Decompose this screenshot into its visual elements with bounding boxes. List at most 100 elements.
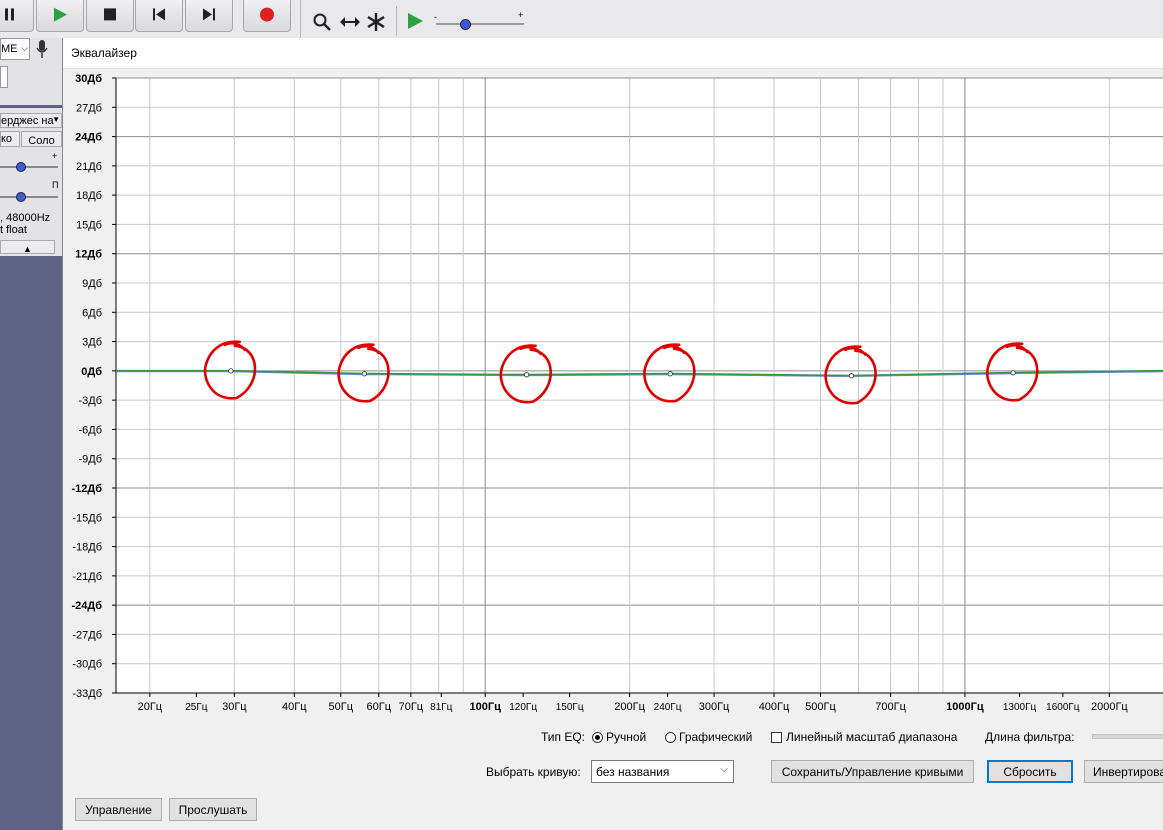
db-tick-label: -15Дб bbox=[72, 512, 102, 524]
hz-tick-label: 700Гц bbox=[875, 701, 906, 713]
eq-control-point[interactable] bbox=[848, 373, 855, 379]
hz-tick-label: 1600Гц bbox=[1046, 702, 1080, 713]
zoom-tool[interactable] bbox=[310, 10, 334, 32]
dropdown-arrow-icon: ▼ bbox=[52, 115, 60, 124]
hz-tick-label: 1000Гц bbox=[946, 701, 984, 713]
save-manage-curves-button[interactable]: Сохранить/Управление кривыми bbox=[771, 760, 974, 783]
chevron-down-icon: ⌵ bbox=[720, 764, 728, 775]
eq-control-point[interactable] bbox=[667, 371, 673, 377]
mute-button[interactable]: ко bbox=[0, 131, 20, 147]
toolbar-divider bbox=[300, 0, 301, 38]
db-tick-label: -24Дб bbox=[71, 600, 102, 612]
double-arrow-icon bbox=[340, 17, 360, 27]
hz-tick-label: 60Гц bbox=[367, 701, 392, 713]
track-name: ерджес на bbox=[1, 115, 54, 127]
timeshift-tool[interactable] bbox=[337, 10, 361, 32]
db-tick-label: -6Дб bbox=[78, 424, 102, 436]
linear-scale-checkbox[interactable]: Линейный масштаб диапазона bbox=[771, 730, 957, 744]
db-tick-label: 12Дб bbox=[75, 249, 102, 261]
db-tick-label: 27Дб bbox=[76, 102, 102, 114]
eq-control-point[interactable] bbox=[361, 371, 367, 377]
play-icon bbox=[54, 7, 67, 22]
pan-slider-thumb[interactable] bbox=[16, 192, 26, 202]
hz-tick-label: 2000Гц bbox=[1091, 701, 1128, 713]
track-separator bbox=[0, 105, 62, 108]
radio-manual-circle[interactable] bbox=[592, 732, 603, 743]
microphone-icon bbox=[36, 40, 48, 58]
mute-label: ко bbox=[1, 133, 13, 145]
hz-tick-label: 300Гц bbox=[699, 701, 730, 713]
track-format-type: t float bbox=[0, 224, 27, 236]
speed-slider-thumb[interactable] bbox=[460, 19, 471, 30]
stop-button[interactable] bbox=[86, 0, 134, 32]
hz-tick-label: 500Гц bbox=[805, 701, 836, 713]
track-name-menu[interactable]: ерджес на ▼ bbox=[0, 113, 62, 128]
skip-start-icon bbox=[153, 8, 165, 21]
speed-plus-label: + bbox=[518, 10, 524, 20]
play-at-speed-button[interactable] bbox=[404, 10, 428, 32]
pause-icon bbox=[5, 8, 14, 21]
db-tick-label: -33Дб bbox=[72, 688, 102, 700]
collapse-track-button[interactable]: ▲ bbox=[0, 240, 55, 254]
play-button[interactable] bbox=[36, 0, 84, 32]
db-tick-label: -3Дб bbox=[78, 395, 102, 407]
db-tick-label: 24Дб bbox=[75, 132, 102, 144]
reset-button[interactable]: Сбросить bbox=[987, 760, 1073, 783]
chevron-down-icon: ⌵ bbox=[21, 43, 28, 53]
hz-tick-label: 100Гц bbox=[470, 701, 502, 713]
db-tick-label: -12Дб bbox=[71, 483, 102, 495]
curve-select[interactable]: без названия ⌵ bbox=[591, 760, 734, 783]
device-dropdown-text: МЕ bbox=[1, 43, 18, 55]
preview-button[interactable]: Прослушать bbox=[169, 798, 257, 821]
stop-icon bbox=[104, 8, 116, 21]
hz-tick-label: 70Гц bbox=[399, 701, 424, 713]
pause-button[interactable] bbox=[0, 0, 34, 32]
skip-end-button[interactable] bbox=[185, 0, 233, 32]
filter-length-slider[interactable] bbox=[1092, 734, 1163, 739]
record-icon bbox=[260, 7, 274, 22]
gain-slider-track[interactable] bbox=[0, 166, 58, 168]
linear-scale-label: Линейный масштаб диапазона bbox=[786, 730, 958, 744]
audacity-toolbar: - + bbox=[0, 0, 1163, 38]
multi-tool[interactable] bbox=[364, 10, 388, 32]
curve-select-value: без названия bbox=[596, 765, 670, 779]
speed-minus-label: - bbox=[434, 12, 437, 22]
hz-tick-label: 120Гц bbox=[509, 702, 537, 713]
device-dropdown[interactable]: МЕ ⌵ bbox=[0, 38, 30, 60]
solo-button[interactable]: Соло bbox=[21, 131, 62, 147]
meter-field[interactable] bbox=[0, 66, 8, 88]
gain-slider-thumb[interactable] bbox=[16, 162, 26, 172]
radio-manual[interactable]: Ручной bbox=[592, 730, 646, 744]
linear-scale-box[interactable] bbox=[771, 732, 782, 743]
manage-button[interactable]: Управление bbox=[75, 798, 162, 821]
speed-slider-track[interactable] bbox=[436, 23, 524, 25]
record-button[interactable] bbox=[243, 0, 291, 32]
db-tick-label: 9Дб bbox=[82, 278, 102, 290]
hz-tick-label: 150Гц bbox=[556, 702, 584, 713]
db-tick-label: 30Дб bbox=[75, 73, 102, 85]
track-format-rate: , 48000Hz bbox=[0, 212, 51, 224]
dialog-title: Эквалайзер bbox=[71, 46, 137, 60]
eq-control-point[interactable] bbox=[1010, 370, 1016, 376]
solo-label: Соло bbox=[28, 135, 55, 147]
db-tick-label: 18Дб bbox=[76, 190, 102, 202]
radio-graphic-label: Графический bbox=[679, 730, 753, 744]
db-tick-label: -30Дб bbox=[72, 659, 102, 671]
eq-control-point[interactable] bbox=[524, 372, 530, 378]
radio-graphic-circle[interactable] bbox=[665, 732, 676, 743]
pan-slider-track[interactable] bbox=[0, 196, 58, 198]
hz-tick-label: 30Гц bbox=[222, 701, 247, 713]
eq-type-label: Тип EQ: bbox=[541, 730, 586, 744]
db-tick-label: 21Дб bbox=[76, 161, 102, 173]
track-panel: МЕ ⌵ ерджес на ▼ ко Соло + П , 48000Hz t… bbox=[0, 38, 62, 830]
toolbar-divider bbox=[396, 6, 397, 36]
eq-control-point[interactable] bbox=[228, 368, 234, 374]
invert-button[interactable]: Инвертирова bbox=[1084, 760, 1163, 783]
eq-curve-graph[interactable]: 30Дб 27Дб 24Дб 21Дб 18Дб 15Дб 12Дб 9Дб 6Дб 3Дб 0Дб… bbox=[63, 69, 1163, 759]
skip-start-button[interactable] bbox=[135, 0, 183, 32]
dialog-titlebar: Эквалайзер bbox=[63, 38, 1163, 69]
db-tick-label: -27Дб bbox=[72, 629, 102, 641]
db-tick-label: -18Дб bbox=[72, 542, 102, 554]
plot-background bbox=[116, 78, 1163, 693]
radio-graphic[interactable]: Графический bbox=[665, 730, 752, 744]
